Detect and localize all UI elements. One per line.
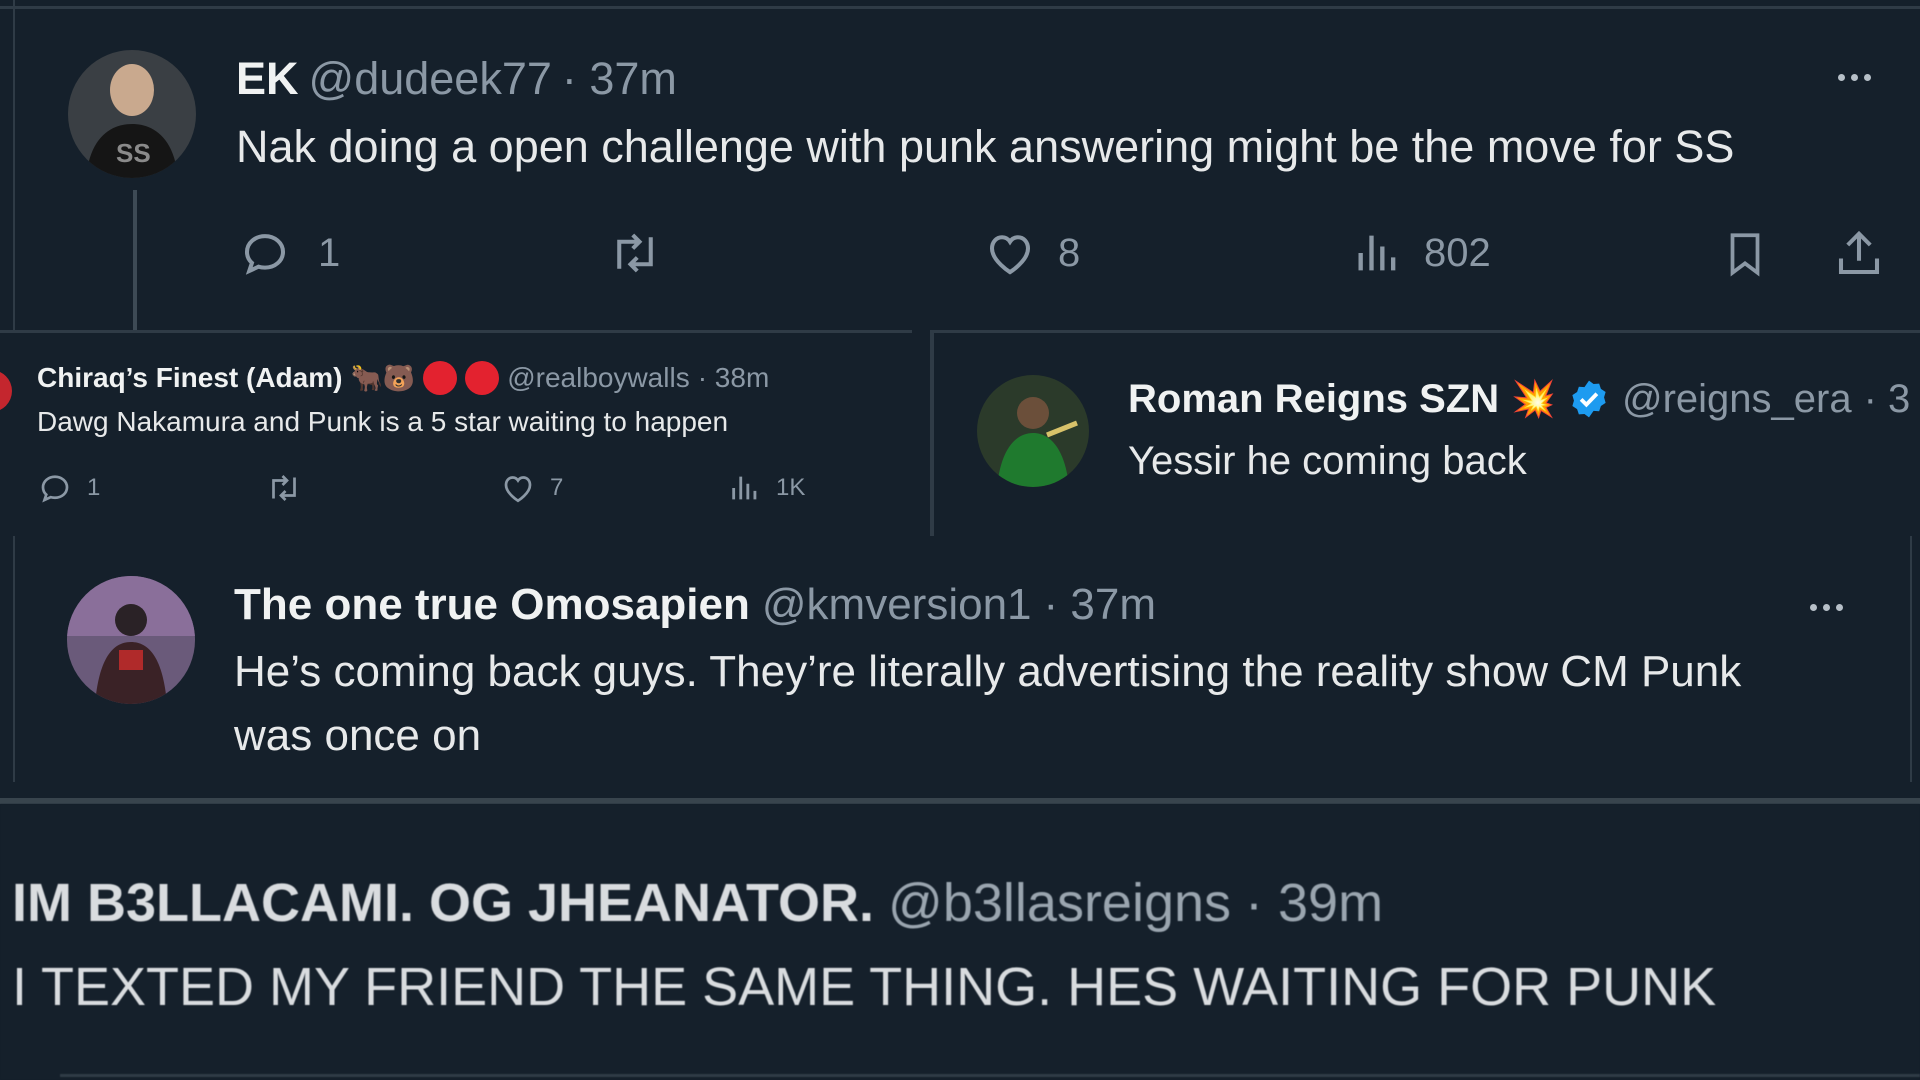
retweet-button[interactable] — [604, 226, 666, 280]
bookmark-button[interactable] — [1720, 226, 1770, 282]
tweet-header: Roman Reigns SZN 💥 @reigns_era · 3 — [1128, 374, 1910, 424]
timestamp[interactable]: · 3 — [1864, 374, 1911, 424]
reply-button[interactable]: 1 — [37, 470, 100, 506]
handle[interactable]: @realboywalls — [507, 360, 690, 396]
avatar[interactable] — [0, 370, 12, 412]
view-count: 802 — [1424, 230, 1491, 275]
timestamp[interactable]: · 39m — [1245, 870, 1383, 936]
like-icon — [504, 476, 532, 503]
handle[interactable]: @reigns_era — [1622, 374, 1852, 424]
like-count: 7 — [550, 474, 564, 501]
retweet-icon — [272, 475, 296, 501]
verified-icon — [1572, 380, 1606, 418]
tweet-card-roman[interactable]: Roman Reigns SZN 💥 @reigns_era · 3 Yessi… — [930, 330, 1920, 536]
views-button[interactable]: 802 — [1352, 226, 1491, 280]
more-icon[interactable] — [1838, 74, 1871, 81]
panel-border — [930, 330, 1920, 333]
reply-icon — [41, 475, 69, 503]
view-count: 1K — [776, 474, 806, 501]
tweet-header: The one true Omosapien @kmversion1 · 37m — [234, 578, 1156, 632]
retweet-button[interactable] — [264, 470, 304, 506]
bottom-divider — [60, 1074, 1920, 1077]
tweet-text: Nak doing a open challenge with punk ans… — [236, 121, 1735, 172]
emoji-badge: 💥 — [1511, 378, 1556, 419]
bookmark-icon — [1730, 233, 1760, 277]
views-icon — [1358, 235, 1396, 271]
timestamp[interactable]: · 38m — [698, 360, 770, 396]
more-icon[interactable] — [1810, 604, 1843, 611]
tweet-header: EK @dudeek77 · 37m — [236, 52, 677, 106]
reply-icon — [244, 234, 286, 275]
avatar[interactable]: SS — [68, 50, 196, 178]
tweet-header: IM B3LLACAMI. OG JHEANATOR. @b3llasreign… — [12, 870, 1383, 936]
tweet-card-ek[interactable]: SS EK @dudeek77 · 37m Nak doing a open c… — [0, 0, 1920, 330]
tweet-header: Chiraq’s Finest (Adam) 🐂🐻 @realboywalls … — [37, 360, 769, 396]
tweet-card-chiraq[interactable]: Chiraq’s Finest (Adam) 🐂🐻 @realboywalls … — [0, 330, 912, 536]
tweet-card-b3llas[interactable]: IM B3LLACAMI. OG JHEANATOR. @b3llasreign… — [0, 804, 1920, 1080]
avatar[interactable] — [977, 375, 1089, 487]
left-border — [13, 536, 15, 782]
avatar-photo-icon — [67, 576, 195, 704]
red-dot-icon — [465, 361, 500, 395]
retweet-icon — [617, 233, 653, 273]
handle[interactable]: @dudeek77 — [309, 52, 552, 106]
tweet-text: I TEXTED MY FRIEND THE SAME THING. HES W… — [12, 957, 1717, 1017]
top-divider — [0, 6, 1920, 9]
display-name[interactable]: The one true Omosapien — [234, 578, 750, 632]
tweet-text: Dawg Nakamura and Punk is a 5 star waiti… — [37, 406, 729, 437]
thread-line — [133, 190, 137, 330]
views-icon — [732, 476, 757, 500]
avatar-photo-icon — [977, 375, 1089, 487]
reply-button[interactable]: 1 — [238, 226, 340, 280]
like-button[interactable]: 7 — [500, 470, 563, 506]
tweet-card-omosapien[interactable]: The one true Omosapien @kmversion1 · 37m… — [0, 536, 1920, 782]
emoji-badges: 🐂🐻 — [350, 363, 416, 393]
svg-text:SS: SS — [116, 138, 151, 168]
reply-count: 1 — [318, 230, 341, 275]
avatar[interactable] — [67, 576, 195, 704]
tweet-text: Yessir he coming back — [1128, 439, 1527, 483]
display-name[interactable]: IM B3LLACAMI. OG JHEANATOR. — [12, 870, 874, 936]
panel-border — [0, 330, 912, 333]
avatar-photo-icon: SS — [68, 50, 196, 178]
right-border — [1910, 536, 1912, 782]
share-button[interactable] — [1832, 226, 1886, 282]
handle[interactable]: @kmversion1 — [762, 578, 1032, 632]
display-name[interactable]: Roman Reigns SZN — [1128, 374, 1499, 424]
left-border — [13, 0, 15, 330]
timestamp[interactable]: · 37m — [1044, 578, 1156, 632]
handle[interactable]: @b3llasreigns — [888, 870, 1231, 936]
timestamp[interactable]: · 37m — [562, 52, 677, 106]
tweet-text: He’s coming back guys. They’re literally… — [234, 647, 1742, 760]
like-icon — [989, 235, 1031, 275]
share-icon — [1838, 230, 1880, 275]
like-button[interactable]: 8 — [982, 226, 1080, 280]
red-dot-icon — [423, 361, 458, 395]
like-count: 8 — [1058, 230, 1081, 275]
display-name[interactable]: Chiraq’s Finest (Adam) — [37, 360, 342, 396]
display-name[interactable]: EK — [236, 52, 299, 106]
views-button[interactable]: 1K — [728, 470, 805, 506]
reply-count: 1 — [87, 474, 101, 501]
panel-border — [930, 330, 934, 536]
